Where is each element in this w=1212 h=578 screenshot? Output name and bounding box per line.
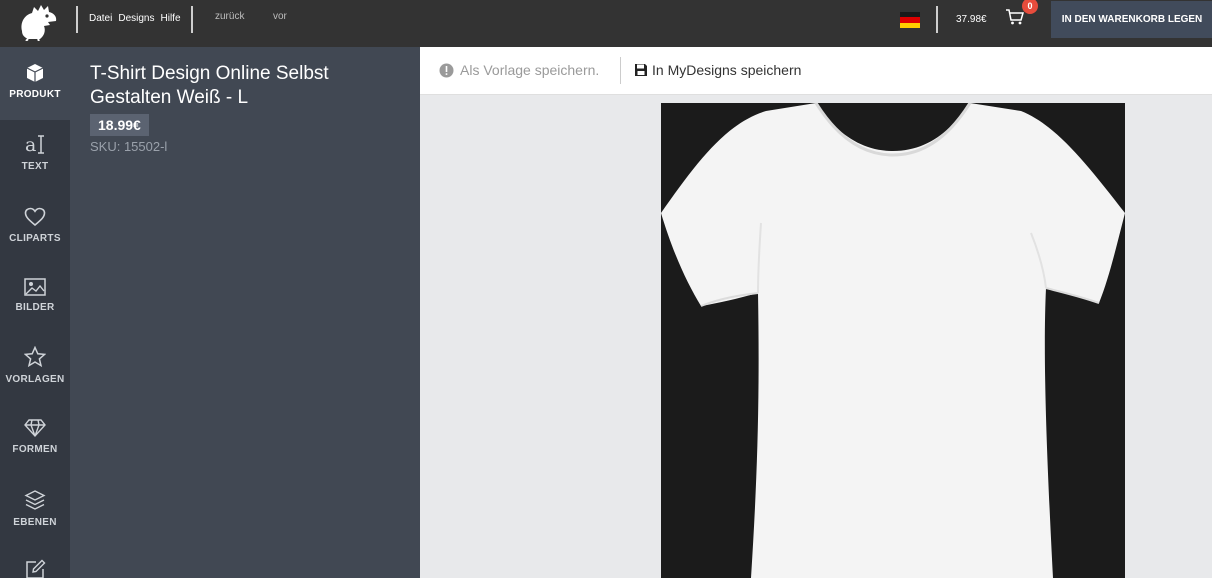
separator: [936, 6, 938, 33]
diamond-icon: [24, 419, 46, 438]
sidebar-item-produkt[interactable]: PRODUKT: [0, 47, 70, 120]
sidebar-item-label: BILDER: [15, 302, 55, 313]
sidebar-item-label: TEXT: [21, 161, 49, 172]
save-as-template-button[interactable]: Als Vorlage speichern.: [439, 62, 599, 78]
product-sku: SKU: 15502-l: [90, 139, 168, 154]
undo-button[interactable]: zurück: [215, 11, 244, 22]
svg-text:a: a: [25, 134, 36, 155]
main-menu: Datei Designs Hilfe: [89, 13, 181, 24]
product-preview: [661, 103, 1125, 578]
product-title: T-Shirt Design Online Selbst Gestalten W…: [90, 63, 329, 108]
separator: [191, 6, 193, 33]
tshirt-image: [661, 103, 1125, 578]
sidebar-item-vorlagen[interactable]: VORLAGEN: [0, 346, 70, 385]
sidebar-item-text[interactable]: a TEXT: [0, 133, 70, 172]
cart-total: 37.98€: [956, 14, 987, 25]
sidebar-item-cliparts[interactable]: CLIPARTS: [0, 207, 70, 244]
heart-icon: [24, 207, 46, 227]
sidebar-item-label: PRODUKT: [9, 89, 61, 100]
image-icon: [24, 278, 46, 296]
menu-hilfe[interactable]: Hilfe: [161, 13, 181, 24]
product-price: 18.99€: [90, 114, 149, 136]
separator: [620, 57, 621, 84]
save-to-mydesigns-button[interactable]: In MyDesigns speichern: [634, 62, 801, 78]
product-panel: T-Shirt Design Online Selbst Gestalten W…: [70, 47, 420, 578]
sidebar-item-edit[interactable]: [0, 559, 70, 578]
sidebar-item-formen[interactable]: FORMEN: [0, 418, 70, 455]
cart-count-badge: 0: [1022, 0, 1038, 14]
german-flag-icon[interactable]: [900, 12, 920, 28]
save-as-template-label: Als Vorlage speichern.: [460, 62, 600, 78]
cart-icon[interactable]: [1005, 8, 1025, 26]
sidebar-item-label: FORMEN: [12, 444, 58, 455]
sidebar-item-ebenen[interactable]: EBENEN: [0, 489, 70, 528]
star-icon: [24, 346, 46, 368]
info-icon: [439, 63, 454, 77]
add-to-cart-button[interactable]: IN DEN WARENKORB LEGEN: [1051, 1, 1212, 38]
design-canvas[interactable]: [420, 96, 1212, 578]
tool-sidebar: PRODUKT a TEXT CLIPARTS BILDER VORLAGEN …: [0, 47, 70, 578]
layers-icon: [24, 490, 46, 510]
redo-button[interactable]: vor: [273, 11, 287, 22]
floppy-disk-icon: [635, 64, 647, 76]
sidebar-item-label: VORLAGEN: [5, 374, 65, 385]
menu-datei[interactable]: Datei: [89, 13, 112, 24]
sidebar-item-label: EBENEN: [13, 517, 57, 528]
edit-icon: [26, 559, 46, 578]
box-icon: [26, 64, 44, 82]
canvas-toolbar: Als Vorlage speichern. In MyDesigns spei…: [420, 47, 1212, 95]
separator: [76, 6, 78, 33]
dino-logo-icon[interactable]: [14, 1, 60, 41]
sidebar-item-label: CLIPARTS: [9, 233, 61, 244]
text-icon: a: [25, 134, 44, 155]
menu-designs[interactable]: Designs: [118, 13, 154, 24]
top-bar: Datei Designs Hilfe zurück vor 37.98€ 0 …: [0, 0, 1212, 47]
sidebar-item-bilder[interactable]: BILDER: [0, 278, 70, 313]
save-to-mydesigns-label: In MyDesigns speichern: [652, 62, 802, 78]
